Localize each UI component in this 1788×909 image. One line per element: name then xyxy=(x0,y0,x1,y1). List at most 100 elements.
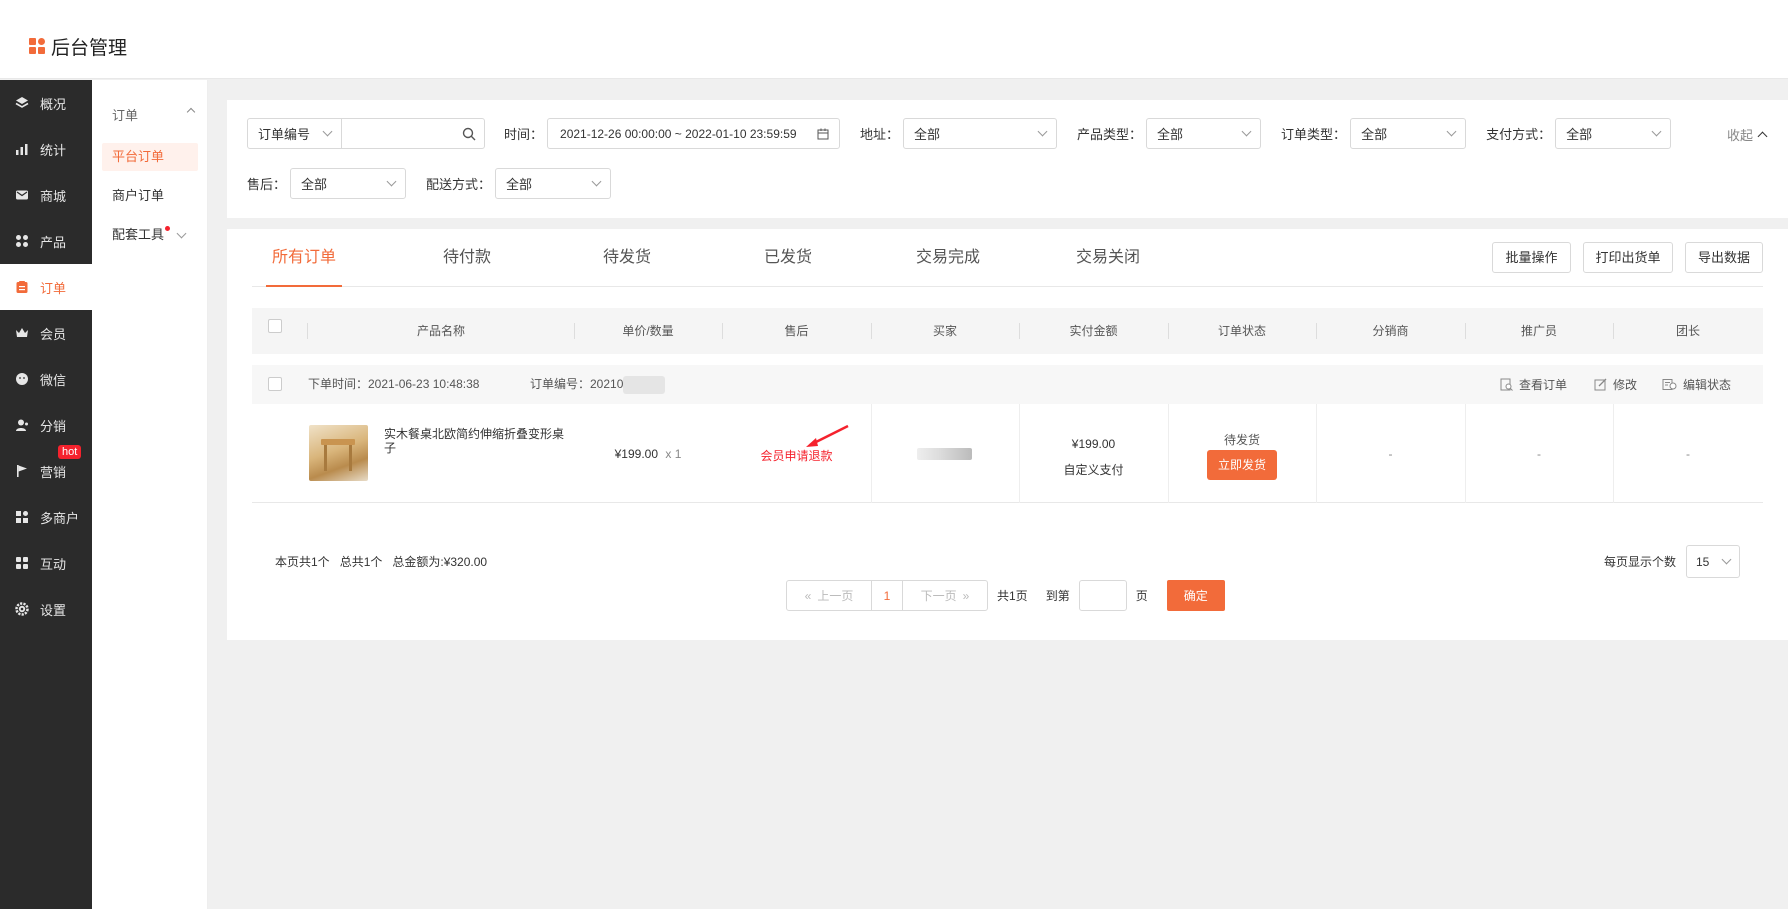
col-order-status: 订单状态 xyxy=(1217,324,1266,338)
primary-sidebar: 概况 统计 商城 产品 订单 会员 微信 分销 hot 营销 多商户 互动 设置 xyxy=(0,80,92,909)
order-time: 下单时间：2021-06-23 10:48:38 xyxy=(308,377,480,391)
confirm-page-button[interactable]: 确定 xyxy=(1166,580,1225,611)
order-type-select[interactable]: 全部 xyxy=(1350,118,1467,149)
page-size-control: 每页显示个数 15 xyxy=(1604,545,1740,578)
export-data-button[interactable]: 导出数据 xyxy=(1685,242,1763,273)
col-distributor: 分销商 xyxy=(1372,324,1409,338)
redacted-buyer xyxy=(917,448,972,460)
order-status: 待发货 xyxy=(1223,433,1260,447)
search-button[interactable] xyxy=(454,119,484,148)
sidebar-item-statistics[interactable]: 统计 xyxy=(0,126,92,172)
edit-order-label: 修改 xyxy=(1613,378,1638,392)
sidebar-item-mall[interactable]: 商城 xyxy=(0,172,92,218)
search-icon xyxy=(462,127,476,140)
order-type-label: 订单类型： xyxy=(1281,127,1347,142)
order-header-row: 下单时间：2021-06-23 10:48:38 订单编号：20210 查看订单… xyxy=(252,365,1763,404)
subnav-item-tools[interactable]: 配套工具 xyxy=(102,221,198,249)
sidebar-item-interaction[interactable]: 互动 xyxy=(0,540,92,586)
store-icon xyxy=(14,509,30,525)
view-order-link[interactable]: 查看订单 xyxy=(1500,376,1567,393)
promoter-value: - xyxy=(1537,447,1541,461)
after-sale-value: 全部 xyxy=(301,177,328,192)
total-amount: 总金额为:¥320.00 xyxy=(392,555,488,569)
goto-page-input[interactable] xyxy=(1078,580,1127,611)
collapse-toggle[interactable]: 收起 xyxy=(1727,125,1768,144)
sidebar-item-wechat[interactable]: 微信 xyxy=(0,356,92,402)
page-number[interactable]: 1 xyxy=(872,580,902,611)
subnav-item-platform-orders[interactable]: 平台订单 xyxy=(102,143,198,171)
sidebar-item-label: 会员 xyxy=(40,326,67,342)
edit-order-link[interactable]: 修改 xyxy=(1594,376,1637,393)
sidebar-item-settings[interactable]: 设置 xyxy=(0,586,92,632)
subnav-group-orders[interactable]: 订单 xyxy=(112,105,196,124)
address-select[interactable]: 全部 xyxy=(903,118,1058,149)
price-quantity: ¥199.00 x 1 xyxy=(574,447,722,461)
sidebar-item-products[interactable]: 产品 xyxy=(0,218,92,264)
col-buyer: 买家 xyxy=(932,324,957,338)
brand[interactable]: 后台管理 xyxy=(29,33,127,60)
next-page-button[interactable]: 下一页 » xyxy=(902,580,988,611)
tab-shipped[interactable]: 已发货 xyxy=(748,229,828,287)
sidebar-item-label: 微信 xyxy=(40,372,67,388)
subnav-item-merchant-orders[interactable]: 商户订单 xyxy=(102,182,198,210)
sidebar-item-orders[interactable]: 订单 xyxy=(0,264,92,310)
goto-label: 到第 xyxy=(1045,589,1070,603)
quantity: x 1 xyxy=(665,447,682,461)
page-size-label: 每页显示个数 xyxy=(1603,555,1676,569)
sidebar-item-distribution[interactable]: 分销 xyxy=(0,402,92,448)
prev-page-button[interactable]: « 上一页 xyxy=(786,580,872,611)
product-type-select[interactable]: 全部 xyxy=(1146,118,1262,149)
delivery-select[interactable]: 全部 xyxy=(495,168,612,199)
filter-row-2: 售后： 全部 配送方式： 全部 xyxy=(247,168,612,199)
search-type-select[interactable]: 订单编号 xyxy=(248,119,342,148)
sidebar-item-marketing[interactable]: hot 营销 xyxy=(0,445,92,494)
search-group: 订单编号 xyxy=(247,118,485,149)
tab-completed[interactable]: 交易完成 xyxy=(900,229,996,287)
chevron-up-icon xyxy=(186,107,196,117)
tab-pending-payment[interactable]: 待付款 xyxy=(427,229,507,287)
batch-operation-button[interactable]: 批量操作 xyxy=(1492,242,1571,273)
product-thumbnail[interactable] xyxy=(309,425,368,481)
calendar-icon xyxy=(817,128,829,139)
view-order-label: 查看订单 xyxy=(1519,378,1568,392)
order-type-value: 全部 xyxy=(1361,127,1388,142)
tab-all-orders[interactable]: 所有订单 xyxy=(266,229,342,287)
print-shipping-list-button[interactable]: 打印出货单 xyxy=(1583,242,1673,273)
tab-pending-shipment[interactable]: 待发货 xyxy=(587,229,667,287)
hot-badge: hot xyxy=(58,445,82,459)
product-name[interactable]: 实木餐桌北欧简约伸缩折叠变形桌子 xyxy=(384,427,574,455)
pagination: « 上一页 1 下一页 » 共1页 到第 页 确定 xyxy=(786,580,1225,611)
sidebar-item-multi-merchant[interactable]: 多商户 xyxy=(0,494,92,540)
payment-label: 支付方式： xyxy=(1486,127,1552,142)
ship-now-button[interactable]: 立即发货 xyxy=(1207,450,1278,480)
chart-icon xyxy=(14,141,30,157)
chevron-down-icon xyxy=(591,176,602,187)
date-range-picker[interactable]: 2021-12-26 00:00:00 ~ 2022-01-10 23:59:5… xyxy=(547,118,841,149)
sidebar-item-label: 订单 xyxy=(40,280,67,296)
sidebar-item-members[interactable]: 会员 xyxy=(0,310,92,356)
page-size-select[interactable]: 15 xyxy=(1686,545,1740,578)
notification-dot xyxy=(165,225,171,231)
order-checkbox[interactable] xyxy=(268,377,282,391)
user-icon xyxy=(14,417,30,433)
sidebar-item-label: 设置 xyxy=(40,602,67,618)
sidebar-item-label: 商城 xyxy=(40,188,67,204)
col-leader: 团长 xyxy=(1675,324,1700,338)
sidebar-item-overview[interactable]: 概况 xyxy=(0,80,92,126)
prev-page-label: 上一页 xyxy=(817,589,854,603)
subnav-header: 订单 xyxy=(112,108,139,123)
sidebar-item-label: 产品 xyxy=(40,234,67,250)
edit-status-link[interactable]: 编辑状态 xyxy=(1662,376,1731,393)
payment-select[interactable]: 全部 xyxy=(1555,118,1672,149)
subnav-tools-label: 配套工具 xyxy=(112,227,165,242)
chevron-down-icon xyxy=(1651,126,1662,137)
search-input[interactable] xyxy=(342,119,454,148)
table-row: 实木餐桌北欧简约伸缩折叠变形桌子 ¥199.00 x 1 会员申请退款 ¥199… xyxy=(252,404,1763,503)
filter-row-1: 订单编号 时间： 2021-12-26 00:00:00 ~ 2022-01-1… xyxy=(247,118,1672,149)
select-all-checkbox[interactable] xyxy=(268,319,282,333)
delivery-label: 配送方式： xyxy=(426,177,492,192)
tab-closed[interactable]: 交易关闭 xyxy=(1060,229,1156,287)
after-sale-select[interactable]: 全部 xyxy=(290,168,407,199)
distributor-value: - xyxy=(1388,447,1393,461)
chevron-down-icon xyxy=(1241,126,1252,137)
